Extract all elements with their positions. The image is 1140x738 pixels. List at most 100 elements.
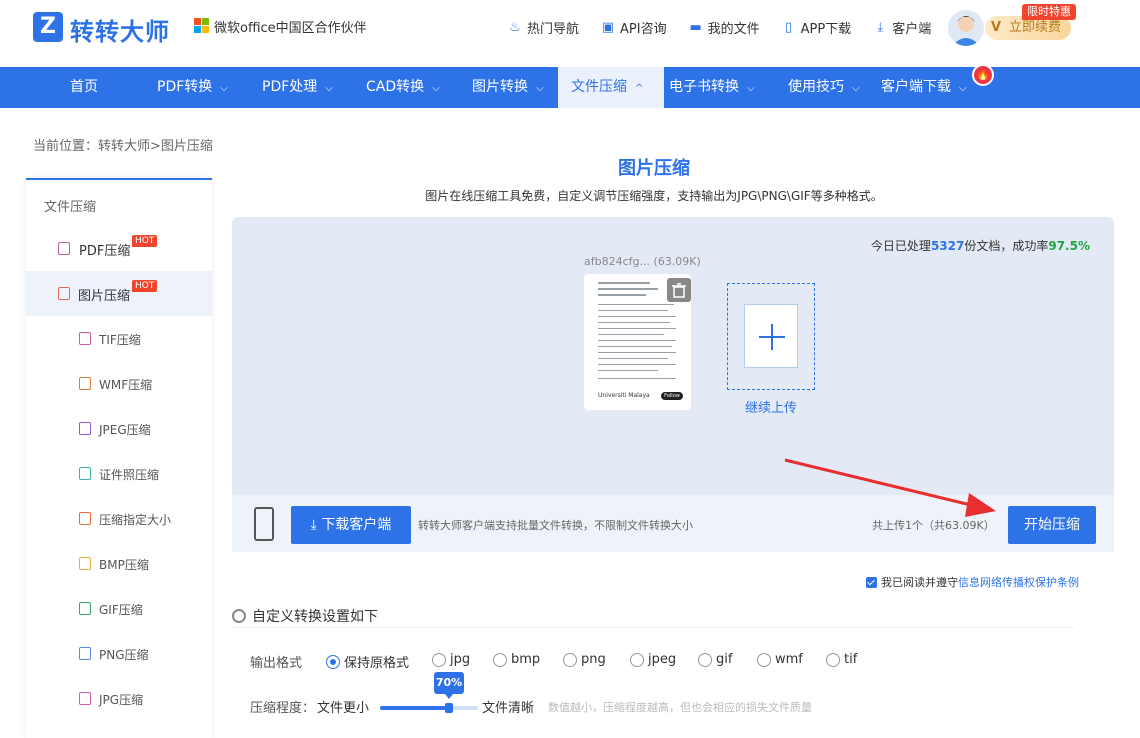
top-link-api[interactable]: ▣ API咨询	[601, 18, 667, 37]
compress-max-label: 文件清晰	[482, 701, 535, 716]
gear-icon	[232, 609, 246, 623]
format-radio-gif[interactable]: gif	[698, 652, 732, 667]
sidebar-item-image-compress[interactable]: 图片压缩 HOT	[26, 271, 212, 316]
download-icon: ⤓	[310, 517, 322, 533]
logo-icon[interactable]	[33, 12, 63, 42]
add-file-button[interactable]	[727, 283, 815, 390]
top-link-label: 热门导航	[527, 22, 580, 37]
compress-min-label: 文件更小	[317, 701, 370, 716]
sidebar-item-label: TIF压缩	[99, 333, 141, 347]
top-links: ♨ 热门导航 ▣ API咨询 ▬ 我的文件 ▯ APP下载 ⤓ 客户端	[508, 18, 953, 37]
slider-handle[interactable]	[445, 703, 453, 713]
sidebar-item-label: JPEG压缩	[99, 423, 151, 437]
chevron-down-icon: ⌵	[432, 83, 440, 94]
thumb-footer: Universiti Malaya	[598, 392, 650, 399]
nav-item-tips[interactable]: 使用技巧 ⌵	[788, 67, 860, 108]
download-client-button[interactable]: ⤓ 下载客户端	[291, 506, 411, 544]
sidebar-item-label: 图片压缩	[78, 289, 131, 304]
top-link-my-files[interactable]: ▬ 我的文件	[689, 18, 759, 37]
hot-badge: HOT	[132, 235, 158, 247]
sidebar-item-id-photo[interactable]: 证件照压缩	[26, 451, 212, 496]
chevron-down-icon: ⌵	[220, 83, 228, 94]
nav-item-image-convert[interactable]: 图片转换 ⌵	[472, 67, 544, 108]
bmp-icon	[79, 557, 91, 570]
jpg-icon	[79, 692, 91, 705]
terms-link[interactable]: 信息网络传播权保护条例	[958, 574, 1079, 590]
page-title: 图片压缩	[618, 158, 690, 179]
format-radio-original[interactable]: 保持原格式	[326, 652, 409, 671]
format-radio-bmp[interactable]: bmp	[493, 652, 540, 667]
sidebar-item-label: BMP压缩	[99, 558, 149, 572]
plus-icon	[744, 304, 798, 368]
agree-checkbox[interactable]	[866, 576, 877, 588]
nav-item-home[interactable]: 首页	[70, 67, 98, 108]
sidebar-item-label: 压缩指定大小	[99, 513, 172, 527]
promo-badge: 限时特惠	[1022, 4, 1076, 20]
sidebar-item-pdf-compress[interactable]: PDF压缩 HOT	[26, 226, 212, 271]
wmf-icon	[79, 377, 91, 390]
slider-fill	[380, 706, 449, 710]
trash-icon[interactable]	[667, 278, 691, 302]
top-link-label: API咨询	[620, 22, 667, 37]
nav-item-cad[interactable]: CAD转换 ⌵	[366, 67, 440, 108]
nav-item-ebook[interactable]: 电子书转换 ⌵	[669, 67, 755, 108]
sidebar-item-png[interactable]: PNG压缩	[26, 631, 212, 676]
image-icon	[58, 287, 70, 300]
agree-terms[interactable]: 我已阅读并遵守 信息网络传播权保护条例	[866, 574, 1079, 590]
nav-item-client-download[interactable]: 客户端下载 ⌵	[881, 67, 967, 108]
chevron-down-icon: ⌵	[852, 83, 860, 94]
nav-item-compress[interactable]: 文件压缩 ^	[558, 67, 664, 108]
sidebar-item-gif[interactable]: GIF压缩	[26, 586, 212, 631]
top-link-app[interactable]: ▯ APP下载	[782, 18, 851, 37]
png-icon	[79, 647, 91, 660]
file-thumbnail: Universiti Malaya Follow	[584, 274, 691, 410]
sidebar-item-label: 证件照压缩	[99, 468, 160, 482]
pdf-icon	[58, 242, 70, 255]
sidebar-item-wmf[interactable]: WMF压缩	[26, 361, 212, 406]
sidebar-item-label: JPG压缩	[99, 693, 144, 707]
stats-text: 今日已处理5327份文档，成功率97.5%	[870, 239, 1090, 253]
format-radio-wmf[interactable]: wmf	[757, 652, 803, 667]
chevron-down-icon: ⌵	[959, 83, 967, 94]
chevron-down-icon: ⌵	[747, 83, 755, 94]
size-icon	[79, 512, 91, 525]
logo-text[interactable]: 转转大师	[70, 12, 170, 47]
avatar[interactable]	[948, 10, 984, 46]
chevron-down-icon: ⌵	[325, 83, 333, 94]
sidebar-item-jpeg[interactable]: JPEG压缩	[26, 406, 212, 451]
upload-area[interactable]: 今日已处理5327份文档，成功率97.5% afb824cfg... (63.0…	[232, 217, 1114, 495]
renew-label: 立即续费	[1009, 20, 1062, 35]
folder-icon: ▬	[689, 19, 702, 35]
partner-text: 微软office中国区合作伙伴	[214, 21, 367, 36]
sidebar-item-label: WMF压缩	[99, 378, 153, 392]
jpeg-icon	[79, 422, 91, 435]
upload-bar: ⤓ 下载客户端 转转大师客户端支持批量文件转换，不限制文件转换大小 共上传1个（…	[232, 495, 1114, 552]
thumb-follow: Follow	[661, 392, 683, 400]
fire-badge-icon: 🔥	[972, 64, 994, 86]
sidebar-item-size[interactable]: 压缩指定大小	[26, 496, 212, 541]
sidebar-item-label: PNG压缩	[99, 648, 149, 662]
top-link-client[interactable]: ⤓ 客户端	[873, 18, 931, 37]
nav-item-pdf-convert[interactable]: PDF转换 ⌵	[157, 67, 228, 108]
vip-icon: V	[991, 20, 1002, 35]
sidebar-item-jpg[interactable]: JPG压缩	[26, 676, 212, 721]
nav-item-pdf-process[interactable]: PDF处理 ⌵	[262, 67, 333, 108]
tif-icon	[79, 332, 91, 345]
fire-icon: ♨	[509, 19, 521, 35]
sidebar-item-tif[interactable]: TIF压缩	[26, 316, 212, 361]
format-radio-png[interactable]: png	[563, 652, 606, 667]
download-icon: ⤓	[877, 19, 884, 35]
sidebar-item-bmp[interactable]: BMP压缩	[26, 541, 212, 586]
compress-slider[interactable]: 70%	[380, 672, 478, 713]
continue-upload-label[interactable]: 继续上传	[727, 397, 815, 416]
format-radio-tif[interactable]: tif	[826, 652, 857, 667]
top-link-hot-nav[interactable]: ♨ 热门导航	[508, 18, 579, 37]
sidebar-item-label: GIF压缩	[99, 603, 143, 617]
format-radio-jpeg[interactable]: jpeg	[630, 652, 676, 667]
compress-hint: 数值越小，压缩程度越高，但也会相应的损失文件质量	[548, 701, 812, 714]
start-compress-button[interactable]: 开始压缩	[1008, 506, 1096, 544]
sidebar: 文件压缩 PDF压缩 HOT 图片压缩 HOT TIF压缩 WMF压缩 JPEG…	[26, 178, 212, 738]
phone-icon	[254, 507, 274, 541]
chevron-up-icon: ^	[635, 83, 644, 94]
format-radio-jpg[interactable]: jpg	[432, 652, 470, 667]
